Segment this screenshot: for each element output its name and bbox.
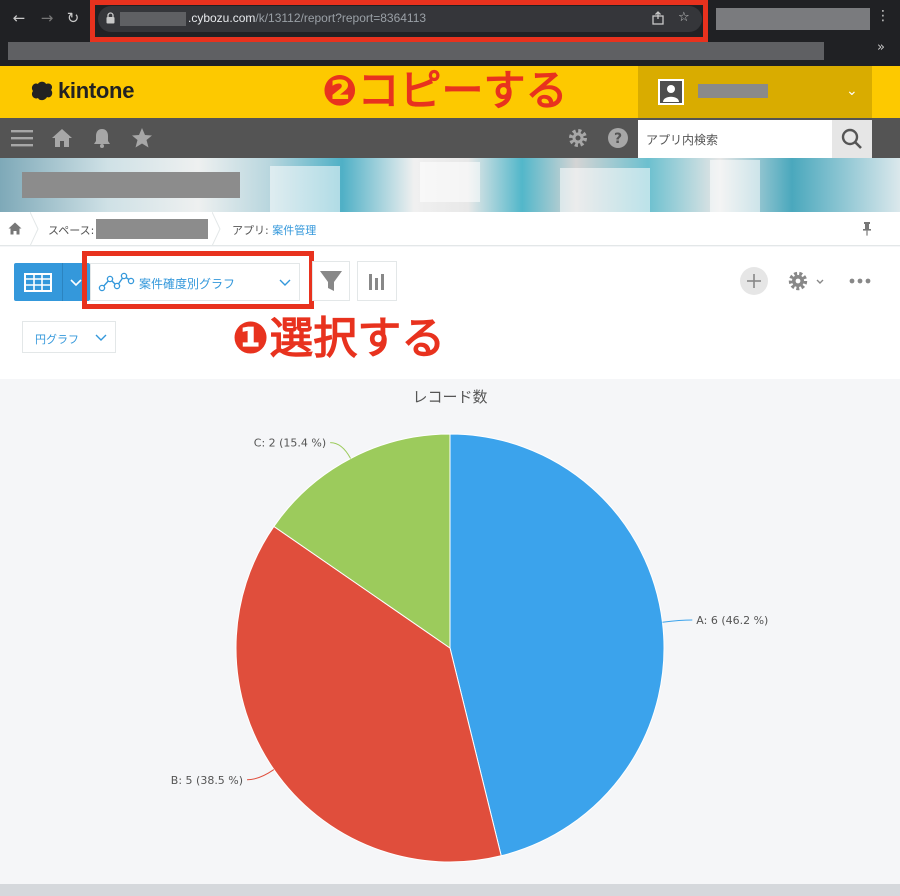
bookmarks-redaction bbox=[8, 42, 824, 60]
breadcrumb-space-label: スペース: bbox=[48, 224, 95, 237]
search-input[interactable]: アプリ内検索 bbox=[638, 120, 834, 158]
user-icon bbox=[663, 85, 679, 102]
select-highlight-box bbox=[82, 251, 314, 309]
breadcrumb-app-link[interactable]: 案件管理 bbox=[272, 224, 316, 237]
breadcrumb-app: アプリ: 案件管理 bbox=[232, 222, 316, 238]
pin-icon[interactable] bbox=[862, 221, 872, 237]
view-switch-button[interactable] bbox=[14, 263, 90, 301]
select-annotation: ❶選択する bbox=[232, 313, 446, 364]
chart-type-select[interactable]: 円グラフ bbox=[22, 321, 116, 353]
app-settings-button[interactable] bbox=[786, 267, 826, 295]
browser-chrome: ← → ↻ .cybozu.com/k/13112/report?report=… bbox=[0, 0, 900, 66]
breadcrumb-separator bbox=[30, 212, 39, 246]
search-placeholder: アプリ内検索 bbox=[646, 133, 719, 147]
pie-label-connector bbox=[330, 442, 351, 459]
avatar bbox=[658, 79, 684, 105]
gear-icon bbox=[788, 271, 824, 291]
bar-chart-icon bbox=[369, 274, 384, 290]
kintone-logo-icon bbox=[31, 81, 53, 101]
menu-icon[interactable] bbox=[10, 127, 34, 149]
funnel-icon bbox=[320, 271, 342, 291]
screenshot-root: ← → ↻ .cybozu.com/k/13112/report?report=… bbox=[0, 0, 900, 896]
user-name-redaction bbox=[698, 84, 768, 98]
pie-data-label: B: 5 (38.5 %) bbox=[171, 774, 243, 787]
svg-text:?: ? bbox=[614, 131, 622, 147]
pie-label-connector bbox=[247, 769, 275, 781]
home-icon[interactable] bbox=[50, 127, 74, 149]
chevron-down-icon: ⌄ bbox=[846, 83, 858, 99]
pie-label-connector bbox=[662, 619, 693, 623]
banner-block bbox=[420, 162, 480, 202]
breadcrumb-app-label: アプリ: bbox=[232, 224, 269, 237]
filter-button[interactable] bbox=[312, 261, 350, 301]
forward-arrow-icon[interactable]: → bbox=[38, 9, 56, 27]
reload-icon[interactable]: ↻ bbox=[64, 9, 82, 27]
add-record-button[interactable] bbox=[740, 267, 768, 295]
url-highlight-box bbox=[90, 0, 708, 42]
chart-area: レコード数 A: 6 (46.2 %) B: 5 (38.5 %) C: 2 (15… bbox=[0, 380, 900, 884]
search-button[interactable] bbox=[832, 120, 872, 158]
bookmarks-more-icon[interactable]: » bbox=[877, 40, 885, 55]
kintone-header: kintone ❷コピーする ⌄ bbox=[0, 66, 900, 118]
view-controls: 案件確度別グラフ ❶選択する 円グラフ bbox=[0, 247, 900, 379]
plus-icon bbox=[747, 274, 761, 288]
space-cover-banner bbox=[0, 158, 900, 212]
user-menu[interactable]: ⌄ bbox=[638, 66, 872, 118]
pie-data-label: A: 6 (46.2 %) bbox=[696, 614, 768, 627]
pie-data-label: C: 2 (15.4 %) bbox=[254, 437, 326, 450]
more-options-button[interactable] bbox=[846, 271, 874, 291]
back-arrow-icon[interactable]: ← bbox=[10, 9, 28, 27]
space-name-redaction bbox=[22, 172, 240, 198]
kintone-toolbar: ? アプリ内検索 bbox=[0, 118, 900, 158]
banner-block bbox=[710, 160, 760, 212]
star-icon[interactable] bbox=[130, 127, 154, 149]
breadcrumb: スペース: アプリ: 案件管理 bbox=[0, 212, 900, 246]
chart-type-label: 円グラフ bbox=[35, 333, 79, 346]
search-icon bbox=[841, 128, 862, 149]
banner-block bbox=[270, 166, 340, 212]
banner-block bbox=[560, 168, 650, 212]
page-bottom-bar bbox=[0, 884, 900, 896]
breadcrumb-space-redaction[interactable] bbox=[96, 219, 208, 239]
copy-annotation: ❷コピーする bbox=[322, 66, 568, 115]
chart-options-button[interactable] bbox=[357, 261, 397, 301]
ellipsis-icon bbox=[849, 278, 871, 284]
profile-redaction bbox=[716, 8, 870, 30]
browser-menu-icon[interactable]: ⋮ bbox=[876, 8, 890, 24]
pie-chart: A: 6 (46.2 %) B: 5 (38.5 %) C: 2 (15.4 %) bbox=[171, 433, 768, 863]
home-icon[interactable] bbox=[8, 222, 22, 235]
chevron-down-icon bbox=[95, 334, 107, 341]
breadcrumb-separator bbox=[212, 212, 221, 246]
kintone-logo-text[interactable]: kintone bbox=[58, 78, 134, 104]
bell-icon[interactable] bbox=[90, 127, 114, 149]
help-icon[interactable]: ? bbox=[606, 127, 630, 149]
settings-gear-icon[interactable] bbox=[566, 127, 590, 149]
table-icon bbox=[24, 273, 52, 292]
